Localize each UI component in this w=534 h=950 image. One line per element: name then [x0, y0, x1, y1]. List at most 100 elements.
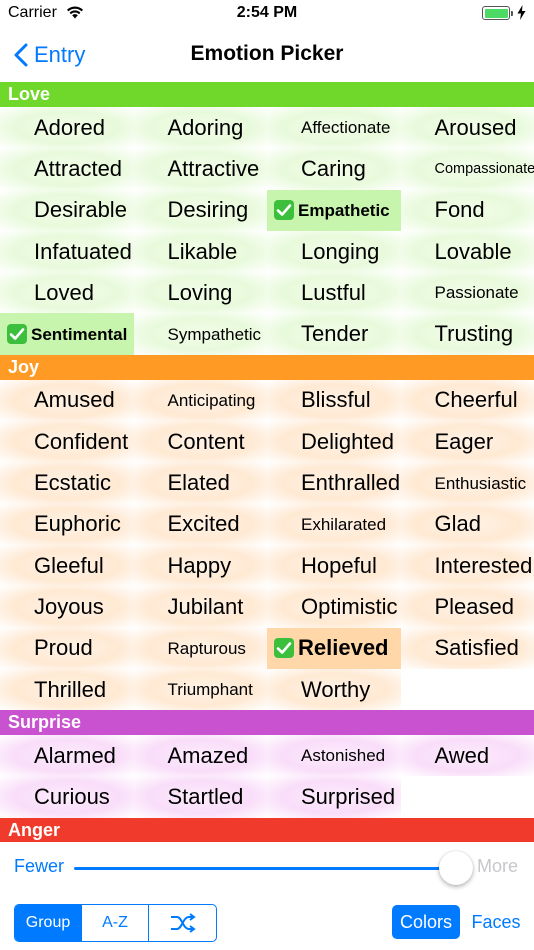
emotion-cell[interactable]: Likable: [133, 230, 267, 273]
emotion-label: Adoring: [167, 114, 244, 140]
emotion-cell[interactable]: Happy: [133, 544, 267, 587]
emotion-cell[interactable]: Attractive: [133, 148, 267, 190]
emotion-label: Trusting: [434, 321, 514, 347]
clock-label: 2:54 PM: [236, 4, 298, 21]
emotion-label: Interested: [434, 552, 533, 578]
emotion-cell[interactable]: Astonished: [267, 735, 401, 777]
emotion-cell[interactable]: Thrilled: [0, 668, 134, 711]
emotion-cell[interactable]: Tender: [267, 313, 401, 355]
group-segment[interactable]: Group: [15, 905, 82, 941]
emotion-cell[interactable]: Triumphant: [133, 668, 267, 711]
emotion-cell[interactable]: Sympathetic: [133, 313, 267, 355]
emotion-cell[interactable]: Amazed: [133, 735, 267, 777]
emotion-cell[interactable]: Enthusiastic: [400, 462, 534, 504]
emotion-label: Curious: [34, 784, 110, 810]
section-header-love: Love: [0, 82, 534, 107]
emotion-cell[interactable]: Attracted: [0, 148, 134, 190]
emotion-label: Awed: [434, 742, 490, 768]
emotion-cell[interactable]: Adoring: [133, 107, 267, 149]
emotion-label: Eager: [434, 428, 494, 454]
emotion-cell[interactable]: Loving: [133, 272, 267, 314]
emotion-cell[interactable]: Trusting: [400, 313, 534, 355]
emotion-cell[interactable]: Longing: [267, 230, 401, 273]
emotion-label: Euphoric: [34, 511, 121, 537]
a-z-segment[interactable]: A-Z: [82, 905, 149, 941]
emotion-label: Cheerful: [434, 387, 518, 413]
emotion-cell[interactable]: Aroused: [400, 107, 534, 149]
emotion-cell[interactable]: Excited: [133, 503, 267, 545]
emotion-cell[interactable]: Cheerful: [400, 379, 534, 422]
emotion-cell[interactable]: Surprised: [267, 776, 401, 818]
emotion-cell[interactable]: Elated: [133, 462, 267, 504]
emotion-cell[interactable]: Enthralled: [267, 462, 401, 504]
emotion-cell[interactable]: Delighted: [267, 421, 401, 463]
count-slider-row: Fewer More: [0, 842, 534, 894]
emotion-cell[interactable]: Loved: [0, 272, 134, 314]
emotion-cell[interactable]: Lustful: [267, 272, 401, 314]
emotion-label: Attractive: [167, 155, 260, 181]
emotion-cell[interactable]: Joyous: [0, 586, 134, 628]
emotion-cell[interactable]: Anticipating: [133, 379, 267, 422]
status-bar: Carrier 2:54 PM: [0, 0, 534, 28]
emotion-cell[interactable]: Curious: [0, 776, 134, 818]
emotion-cell[interactable]: Adored: [0, 107, 134, 149]
slider-track-filled: [74, 867, 456, 870]
emotion-label: Fond: [434, 197, 485, 223]
emotion-cell[interactable]: Passionate: [400, 272, 534, 314]
emotion-label: Amused: [34, 387, 115, 413]
emotion-cell[interactable]: Affectionate: [267, 107, 401, 149]
emotion-cell[interactable]: Optimistic: [267, 586, 401, 628]
colors-button[interactable]: Colors: [392, 905, 460, 939]
emotion-cell[interactable]: Exhilarated: [267, 503, 401, 545]
emotion-label: Proud: [34, 635, 93, 661]
section-header-joy: Joy: [0, 354, 534, 380]
emotion-cell[interactable]: Lovable: [400, 230, 534, 273]
emotion-cell[interactable]: Blissful: [267, 379, 401, 422]
emotion-label: Compassionate: [434, 160, 534, 177]
emotion-cell[interactable]: Compassionate: [400, 148, 534, 190]
emotion-cell[interactable]: Ecstatic: [0, 462, 134, 504]
emotion-cell[interactable]: Proud: [0, 627, 134, 669]
emotion-cell[interactable]: Interested: [400, 544, 534, 587]
emotion-cell[interactable]: Amused: [0, 379, 134, 422]
emotion-cell[interactable]: Caring: [267, 148, 401, 190]
section-header-anger: Anger: [0, 817, 534, 842]
navigation-bar: Entry Emotion Picker: [0, 28, 534, 82]
emotion-cell[interactable]: Confident: [0, 421, 134, 463]
shuffle-segment[interactable]: [149, 905, 216, 941]
emotion-cell[interactable]: Startled: [133, 776, 267, 818]
emotion-list[interactable]: Love Adored Adoring Affectionate Aroused Attr…: [0, 82, 534, 842]
emotion-label: Excited: [167, 511, 240, 537]
emotion-label: Desiring: [167, 197, 249, 223]
emotion-cell[interactable]: Desiring: [133, 189, 267, 231]
emotion-label: Tender: [301, 321, 369, 347]
emotion-cell[interactable]: Rapturous: [133, 627, 267, 669]
emotion-label: Lustful: [301, 279, 366, 305]
emotion-cell[interactable]: Pleased: [400, 586, 534, 628]
emotion-cell[interactable]: Jubilant: [133, 586, 267, 628]
emotion-cell[interactable]: Content: [133, 421, 267, 463]
emotion-cell[interactable]: Awed: [400, 735, 534, 777]
empty-cell: [400, 668, 534, 711]
emotion-cell[interactable]: Alarmed: [0, 735, 134, 777]
faces-button[interactable]: Faces: [465, 905, 527, 939]
emotion-label: Startled: [167, 784, 244, 810]
emotion-cell[interactable]: Eager: [400, 421, 534, 463]
emotion-cell[interactable]: Hopeful: [267, 544, 401, 587]
emotion-cell[interactable]: Empathetic: [267, 189, 401, 231]
emotion-cell[interactable]: Glad: [400, 503, 534, 545]
emotion-cell[interactable]: Worthy: [267, 668, 401, 711]
emotion-label: Thrilled: [34, 676, 107, 702]
emotion-label: Gleeful: [34, 552, 104, 578]
emotion-cell[interactable]: Fond: [400, 189, 534, 231]
emotion-cell[interactable]: Infatuated: [0, 230, 134, 273]
emotion-cell[interactable]: Gleeful: [0, 544, 134, 587]
emotion-cell[interactable]: Desirable: [0, 189, 134, 231]
emotion-label: Infatuated: [34, 238, 132, 264]
emotion-cell[interactable]: Euphoric: [0, 503, 134, 545]
emotion-cell[interactable]: Sentimental: [0, 313, 134, 355]
battery-icon: [482, 6, 513, 20]
emotion-cell[interactable]: Satisfied: [400, 627, 534, 669]
emotion-cell[interactable]: Relieved: [267, 627, 401, 669]
slider-thumb[interactable]: [439, 851, 473, 885]
